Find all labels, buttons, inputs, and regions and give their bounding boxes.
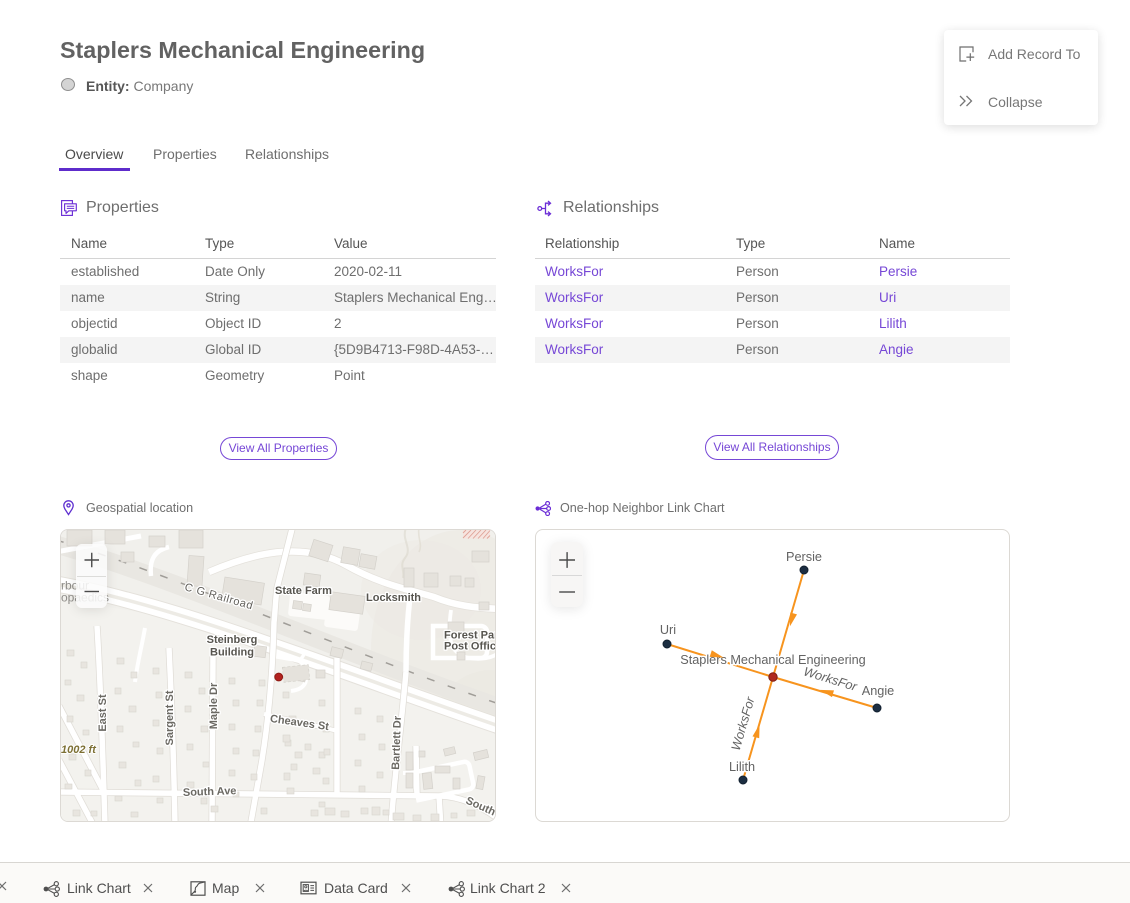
svg-text:Lilith: Lilith [729, 760, 755, 774]
svg-text:Bartlett Dr: Bartlett Dr [390, 715, 404, 770]
svg-text:Maple Dr: Maple Dr [208, 682, 220, 729]
svg-text:Building: Building [210, 647, 254, 659]
svg-text:WorksFor: WorksFor [802, 664, 859, 694]
svg-text:Locksmith: Locksmith [366, 592, 421, 604]
svg-text:Persie: Persie [786, 550, 822, 564]
svg-text:Uri: Uri [660, 623, 676, 637]
svg-text:Staplers Mechanical Engineerin: Staplers Mechanical Engineering [680, 653, 866, 667]
svg-text:Angie: Angie [862, 684, 894, 698]
svg-text:Sargent St: Sargent St [164, 690, 176, 745]
svg-text:South Ave: South Ave [183, 785, 237, 799]
svg-text:East St: East St [97, 694, 109, 732]
svg-text:Post Office: Post Office [444, 641, 495, 653]
svg-text:State Farm: State Farm [275, 585, 332, 597]
svg-text:1002 ft: 1002 ft [61, 744, 97, 756]
svg-text:Steinberg: Steinberg [207, 634, 258, 646]
